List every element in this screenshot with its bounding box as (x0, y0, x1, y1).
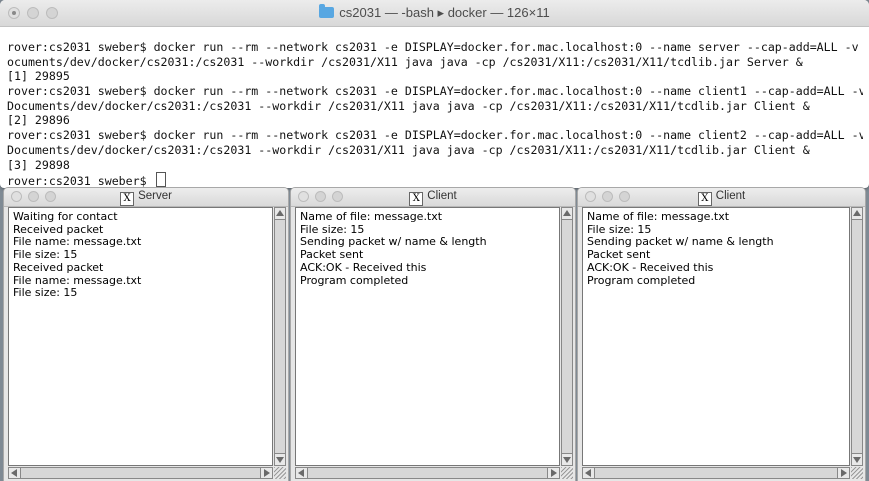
arrow-left-icon (11, 469, 17, 477)
output-line: Packet sent (587, 248, 651, 262)
terminal-line: [3] 29898 (7, 157, 70, 172)
vertical-scrollbar[interactable] (274, 207, 286, 466)
horizontal-scrollbar[interactable] (582, 467, 850, 479)
window-title-text: Server (138, 190, 172, 202)
terminal-prompt: rover:cs2031 sweber$ (7, 174, 154, 187)
window-title-text: Client (427, 190, 457, 202)
arrow-up-icon (563, 210, 571, 216)
output-line: ACK:OK - Received this (587, 260, 714, 274)
terminal-line: rover:cs2031 sweber$ docker run --rm --n… (7, 128, 863, 143)
output-line: File size: 15 (13, 248, 78, 262)
vertical-scrollbar[interactable] (851, 207, 863, 466)
window-title-text: Client (715, 190, 746, 202)
output-line: Received packet (13, 260, 104, 274)
terminal-line: [2] 29896 (7, 113, 70, 128)
terminal-line: Documents/dev/docker/cs2031:/cs2031 --wo… (7, 98, 810, 113)
terminal-output[interactable]: rover:cs2031 sweber$ docker run --rm --n… (0, 27, 869, 187)
arrow-right-icon (551, 469, 557, 477)
arrow-left-icon (585, 469, 591, 477)
arrow-down-icon (276, 457, 284, 463)
terminal-title-text: cs2031 — -bash ▸ docker — 126×11 (339, 5, 550, 20)
client-window-title: X Client (578, 190, 865, 206)
output-line: File size: 15 (13, 286, 78, 300)
arrow-up-icon (853, 210, 861, 216)
client-window-1[interactable]: X Client Name of file: message.txt File s… (291, 188, 575, 481)
terminal-line: Documents/dev/docker/cs2031:/cs2031 --wo… (7, 142, 810, 157)
x11-icon: X (409, 192, 424, 206)
server-window[interactable]: X Server Waiting for contact Received pac… (4, 188, 288, 481)
terminal-window[interactable]: cs2031 — -bash ▸ docker — 126×11 rover:c… (0, 0, 869, 188)
terminal-titlebar[interactable]: cs2031 — -bash ▸ docker — 126×11 (0, 0, 869, 27)
arrow-up-icon (276, 210, 284, 216)
terminal-line: ocuments/dev/docker/cs2031:/cs2031 --wor… (7, 54, 803, 69)
terminal-prompt-line[interactable]: rover:cs2031 sweber$ (7, 172, 863, 187)
arrow-down-icon (853, 457, 861, 463)
text-cursor (155, 172, 166, 187)
arrow-right-icon (264, 469, 270, 477)
output-line: ACK:OK - Received this (300, 260, 427, 274)
arrow-left-icon (298, 469, 304, 477)
output-line: Program completed (587, 273, 696, 287)
output-line: Name of file: message.txt (300, 210, 443, 223)
scroll-left-arrow[interactable] (583, 468, 595, 478)
output-line: Program completed (300, 273, 409, 287)
horizontal-scrollbar[interactable] (8, 467, 273, 479)
resize-grip[interactable] (851, 467, 863, 479)
arrow-down-icon (563, 457, 571, 463)
scroll-down-arrow[interactable] (562, 453, 572, 465)
server-window-title: X Server (4, 190, 288, 206)
server-window-titlebar[interactable]: X Server (4, 188, 288, 207)
arrow-right-icon (841, 469, 847, 477)
resize-grip[interactable] (274, 467, 286, 479)
output-line: Name of file: message.txt (587, 210, 730, 223)
terminal-line: [1] 29895 (7, 69, 70, 84)
output-line: Waiting for contact (13, 210, 118, 223)
client-window-title: X Client (291, 190, 575, 206)
server-text-area[interactable]: Waiting for contact Received packet File… (8, 207, 273, 466)
scroll-left-arrow[interactable] (9, 468, 21, 478)
client-text-area[interactable]: Name of file: message.txt File size: 15 … (295, 207, 560, 466)
terminal-title: cs2031 — -bash ▸ docker — 126×11 (0, 4, 869, 21)
scroll-up-arrow[interactable] (562, 208, 572, 220)
scroll-down-arrow[interactable] (852, 453, 862, 465)
scroll-left-arrow[interactable] (296, 468, 308, 478)
scroll-down-arrow[interactable] (275, 453, 285, 465)
x11-icon: X (697, 192, 712, 206)
client-window-titlebar[interactable]: X Client (578, 188, 865, 207)
x11-icon: X (120, 192, 135, 206)
output-line: Packet sent (300, 248, 364, 262)
scroll-up-arrow[interactable] (275, 208, 285, 220)
terminal-line: rover:cs2031 sweber$ docker run --rm --n… (7, 40, 863, 54)
resize-grip[interactable] (561, 467, 573, 479)
scroll-up-arrow[interactable] (852, 208, 862, 220)
client-window-2[interactable]: X Client Name of file: message.txt File s… (578, 188, 865, 481)
terminal-line: rover:cs2031 sweber$ docker run --rm --n… (7, 84, 863, 99)
client-window-titlebar[interactable]: X Client (291, 188, 575, 207)
scroll-right-arrow[interactable] (837, 468, 849, 478)
horizontal-scrollbar[interactable] (295, 467, 560, 479)
client-text-area[interactable]: Name of file: message.txt File size: 15 … (582, 207, 850, 466)
scroll-right-arrow[interactable] (547, 468, 559, 478)
folder-icon (319, 4, 335, 18)
scroll-right-arrow[interactable] (260, 468, 272, 478)
vertical-scrollbar[interactable] (561, 207, 573, 466)
